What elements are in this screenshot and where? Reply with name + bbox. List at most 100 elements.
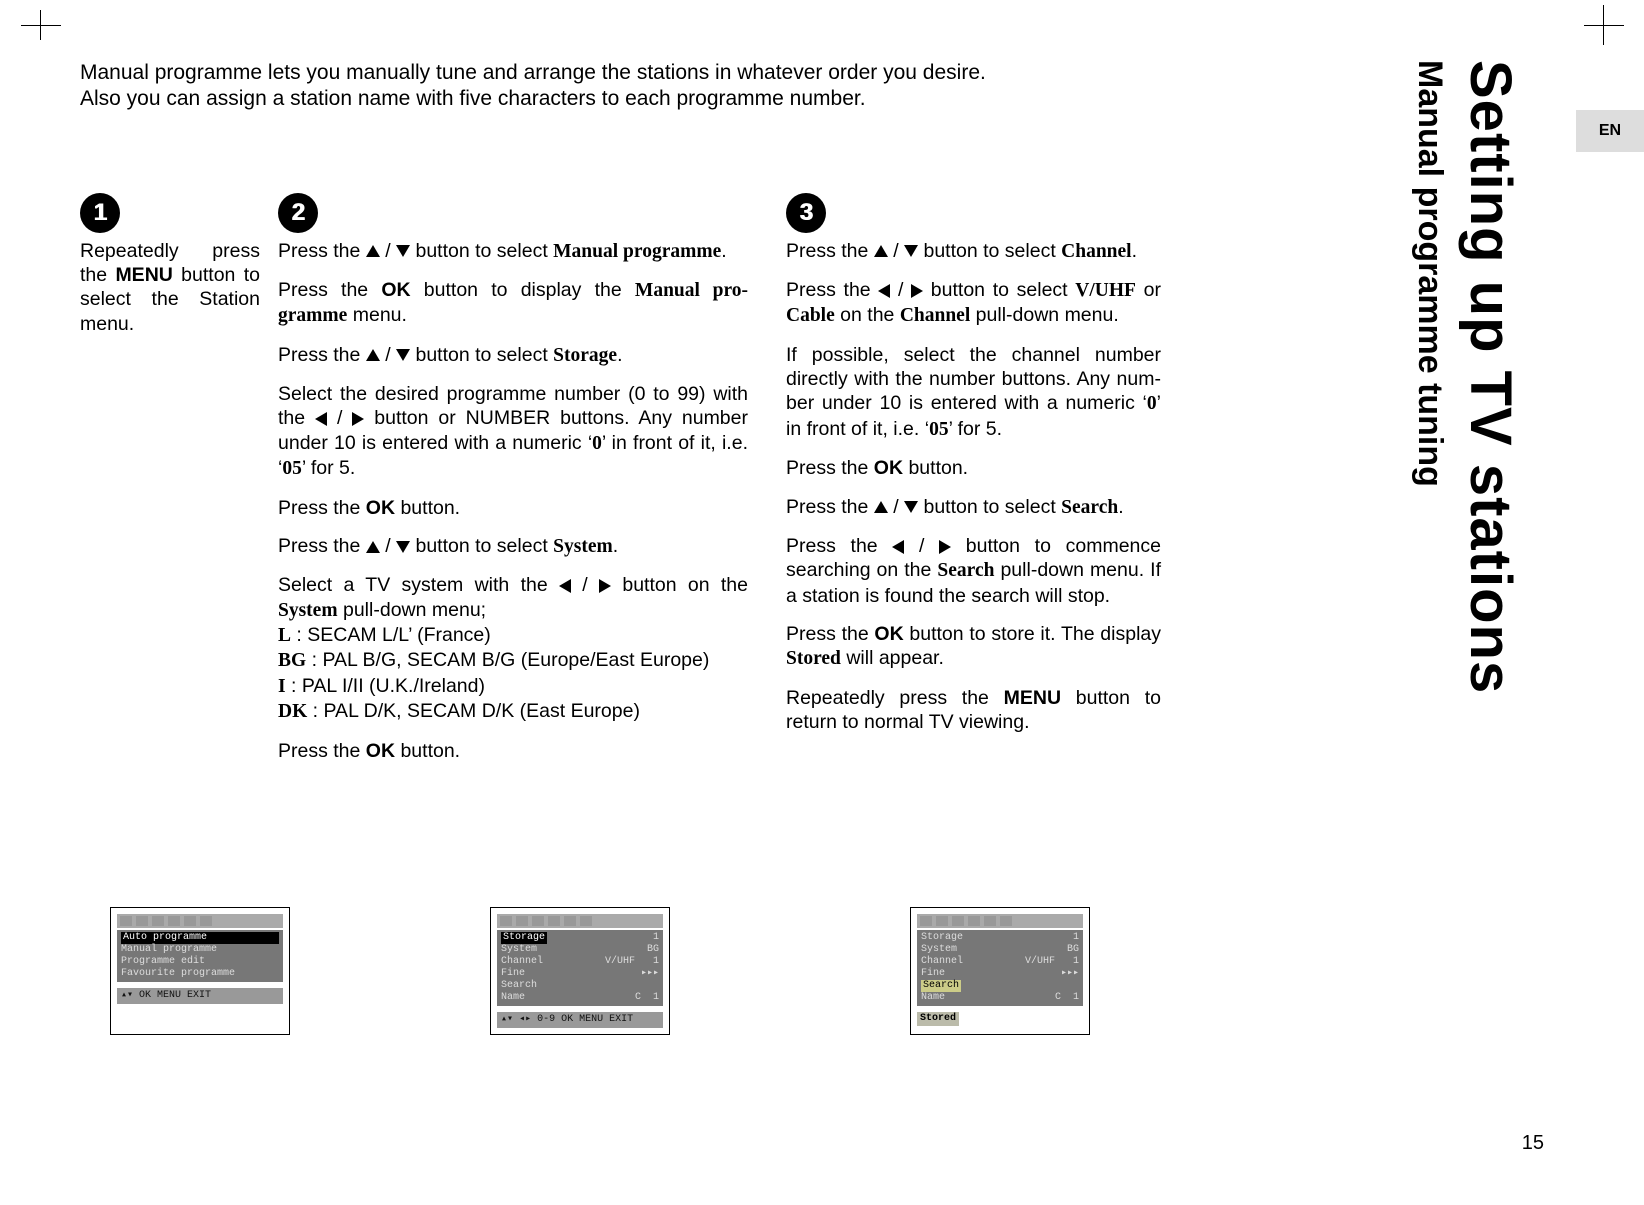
zero-label: 0 [1147, 393, 1157, 414]
channel-label: Channel [1061, 241, 1131, 262]
t: . [1132, 240, 1137, 262]
t: or [1136, 279, 1161, 301]
osd-icon-bar [497, 914, 663, 928]
osd-l: System [921, 944, 957, 956]
osd-r: ▸▸▸ [641, 968, 659, 980]
t: If possible, select the channel number d… [786, 344, 1161, 415]
t: ’ for 5. [949, 418, 1002, 440]
p: If possible, select the channel number d… [786, 343, 1161, 443]
right-icon [599, 579, 611, 593]
intro-line: Manual programme lets you manually tune … [80, 60, 1020, 86]
step-2: 2 Press the / button to select Manual pr… [278, 193, 748, 777]
osd-item: Favourite programme [121, 968, 279, 980]
osd-r: 1 [1073, 932, 1079, 944]
manual-programme-label: Manual pro­gramme [553, 241, 721, 262]
search-label: Search [1061, 497, 1118, 518]
osd-l: Name [921, 992, 945, 1004]
p: Press the / button to select Channel. [786, 239, 1161, 264]
left-icon [892, 540, 904, 554]
sys-L-label: L [278, 625, 291, 646]
system-label: System [553, 536, 613, 557]
osd-l: Fine [921, 968, 945, 980]
ok-label: OK [381, 279, 410, 301]
t: button. [903, 457, 968, 479]
t: button to select [918, 496, 1061, 518]
page-number: 15 [1522, 1132, 1544, 1155]
left-icon [315, 412, 327, 426]
p: Press the OK button. [278, 496, 748, 520]
osd-r: 1 [653, 932, 659, 944]
05-label: 05 [929, 419, 949, 440]
05-label: 05 [282, 458, 302, 479]
left-icon [559, 579, 571, 593]
down-icon [396, 349, 410, 361]
t: pull-down menu; [338, 599, 487, 621]
p: Press the / button to select System. [278, 534, 748, 559]
right-icon [911, 284, 923, 298]
t: button. [395, 740, 460, 762]
intro-text: Manual programme lets you manually tune … [80, 60, 1020, 113]
sys-DK-label: DK [278, 701, 307, 722]
down-icon [904, 245, 918, 257]
p: Press the / button to select Storage. [278, 343, 748, 368]
t: . [617, 344, 622, 366]
osd-body: Auto programme Manual programme Programm… [117, 930, 283, 982]
osd-footer: ▴▾ ◂▸ 0-9 OK MENU EXIT [497, 1012, 663, 1028]
subtitle: Manual programme tuning [1410, 60, 1449, 487]
osd-icon-bar [917, 914, 1083, 928]
t: Press the [278, 740, 366, 762]
sys-I-label: I [278, 676, 286, 697]
t: Press the [278, 344, 366, 366]
up-icon [366, 245, 380, 257]
osd-l: System [501, 944, 537, 956]
crop-mark [40, 10, 80, 40]
osd-item: Manual programme [121, 944, 279, 956]
manual-page: EN Manual programme tuning Setting up TV… [0, 0, 1644, 1205]
p: Press the OK button to display the Manua… [278, 278, 748, 329]
steps-columns: 1 Repeatedly press the MENU button to se… [80, 193, 1564, 777]
step-number-1: 1 [80, 193, 120, 233]
t: button to select [410, 535, 553, 557]
step1-text: Repeatedly press the MENU button to sele… [80, 239, 260, 337]
osd-l: Storage [921, 932, 963, 944]
cable-label: Cable [786, 305, 835, 326]
osd-station-menu: Auto programme Manual programme Programm… [110, 907, 290, 1035]
menu-label: MENU [1004, 687, 1061, 709]
osd-l: Storage [501, 932, 547, 944]
t: Press the [786, 623, 874, 645]
sys-BG-label: BG [278, 650, 306, 671]
t: . [1118, 496, 1123, 518]
osd-body: Storage1 SystemBG ChannelV/UHF 1 Fine▸▸▸… [497, 930, 663, 1006]
down-icon [904, 501, 918, 513]
t: button to select [923, 279, 1075, 301]
p: Select a TV system with the / button on … [278, 573, 748, 724]
right-icon [352, 412, 364, 426]
osd-body: Storage1 SystemBG ChannelV/UHF 1 Fine▸▸▸… [917, 930, 1083, 1006]
t: ’ for 5. [302, 457, 355, 479]
t: will appear. [841, 647, 944, 669]
osd-r: C 1 [635, 992, 659, 1004]
osd-l: Channel [921, 956, 963, 968]
t: Press the [278, 535, 366, 557]
osd-l: Fine [501, 968, 525, 980]
t: pull-down menu. [970, 304, 1119, 326]
stored-label: Stored [786, 648, 841, 669]
osd-r: V/UHF 1 [1025, 956, 1079, 968]
t: Press the [278, 240, 366, 262]
t: Press the [786, 279, 878, 301]
ok-label: OK [874, 457, 903, 479]
osd-r: BG [647, 944, 659, 956]
t: Press the [786, 496, 874, 518]
t: button to select [918, 240, 1061, 262]
title: Setting up TV stations [1457, 60, 1524, 694]
t: Press the [786, 457, 874, 479]
osd-search: Storage1 SystemBG ChannelV/UHF 1 Fine▸▸▸… [910, 907, 1090, 1035]
t: : PAL D/K, SECAM D/K (East Europe) [307, 700, 640, 722]
up-icon [366, 541, 380, 553]
p: Press the OK button to store it. The dis… [786, 622, 1161, 672]
p: Press the OK button. [786, 456, 1161, 480]
up-icon [874, 501, 888, 513]
osd-stored-badge: Stored [917, 1012, 959, 1026]
osd-r: V/UHF 1 [605, 956, 659, 968]
osd-row: Auto programme Manual programme Programm… [110, 907, 1090, 1035]
